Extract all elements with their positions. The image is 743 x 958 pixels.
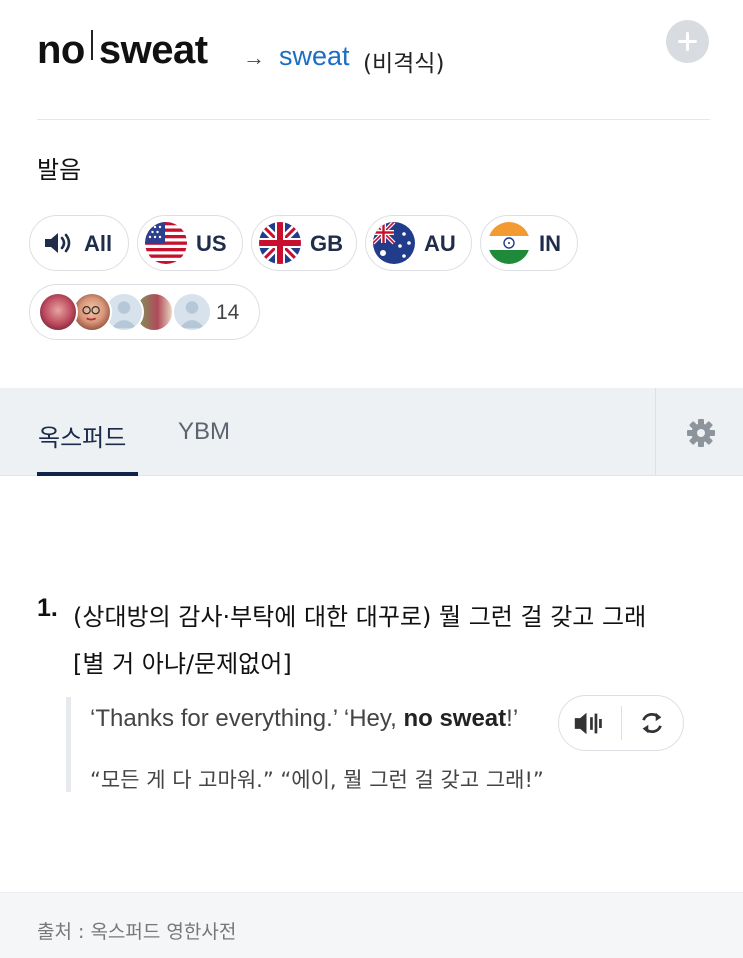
pron-us-label: US: [196, 231, 227, 256]
register-label: (비격식): [363, 51, 445, 77]
example-highlight: no sweat: [403, 705, 507, 732]
base-word-link[interactable]: sweat: [279, 41, 350, 72]
avatar: [38, 292, 78, 332]
pron-all-button[interactable]: All: [29, 215, 129, 271]
example-repeat-button[interactable]: [622, 696, 684, 750]
example-quote-bar: [66, 697, 71, 792]
settings-button[interactable]: [655, 388, 743, 475]
example-sentence: ‘Thanks for everything.’ ‘Hey, no sweat!…: [66, 695, 706, 792]
divider: [37, 119, 710, 120]
sense-definition-line1: (상대방의 감사·부탁에 대한 대꾸로) 뭘 그런 걸 갖고 그래: [73, 603, 647, 631]
active-tab-indicator: [37, 472, 138, 476]
us-flag-icon: [145, 222, 187, 264]
pronunciation-label: 발음: [37, 156, 82, 184]
headword-part-sweat: sweat: [98, 28, 208, 72]
headword: no sweat: [37, 28, 208, 73]
pron-all-label: All: [84, 231, 113, 256]
contributors-count: 14: [216, 301, 240, 324]
pron-in-label: IN: [539, 231, 561, 256]
speaker-icon: [45, 233, 71, 253]
speaker-wave-icon: [574, 712, 602, 735]
example-english: ‘Thanks for everything.’ ‘Hey, no sweat!…: [90, 705, 519, 732]
au-flag-icon: [373, 222, 415, 264]
example-play-button[interactable]: [559, 696, 621, 750]
tab-ybm[interactable]: YBM: [178, 418, 230, 446]
headword-part-no: no: [37, 28, 85, 72]
repeat-icon: [642, 712, 662, 734]
avatar: [72, 292, 112, 332]
avatar: [172, 292, 212, 332]
in-flag-icon: [488, 222, 530, 264]
sense-number: 1.: [37, 594, 58, 622]
pron-us-button[interactable]: US: [137, 215, 243, 271]
tab-oxford[interactable]: 옥스퍼드: [38, 418, 126, 453]
add-to-wordbook-button[interactable]: [666, 20, 709, 63]
example-controls: [558, 695, 684, 751]
sense-definition: (상대방의 감사·부탁에 대한 대꾸로) 뭘 그런 걸 갖고 그래 [별 거 아…: [73, 594, 723, 688]
pron-au-label: AU: [424, 231, 456, 256]
gb-flag-icon: [259, 222, 301, 264]
gear-icon: [687, 419, 715, 447]
text-cursor: [90, 30, 93, 60]
source-footer: 출처 : 옥스퍼드 영한사전: [0, 892, 743, 958]
contributors-button[interactable]: 14: [29, 284, 260, 340]
dictionary-tab-bar: 옥스퍼드 YBM: [0, 388, 743, 476]
pron-au-button[interactable]: AU: [365, 215, 472, 271]
pron-in-button[interactable]: IN: [480, 215, 578, 271]
example-korean: “모든 게 다 고마워.” “에이, 뭘 그런 걸 갖고 그래!”: [90, 768, 544, 792]
source-text: 출처 : 옥스퍼드 영한사전: [37, 921, 237, 943]
entry-header: no sweat → sweat (비격식): [0, 0, 743, 120]
sense-definition-line2: [별 거 아냐/문제없어]: [73, 650, 292, 678]
pron-gb-label: GB: [310, 231, 343, 256]
arrow-icon: →: [243, 45, 265, 70]
pron-gb-button[interactable]: GB: [251, 215, 357, 271]
